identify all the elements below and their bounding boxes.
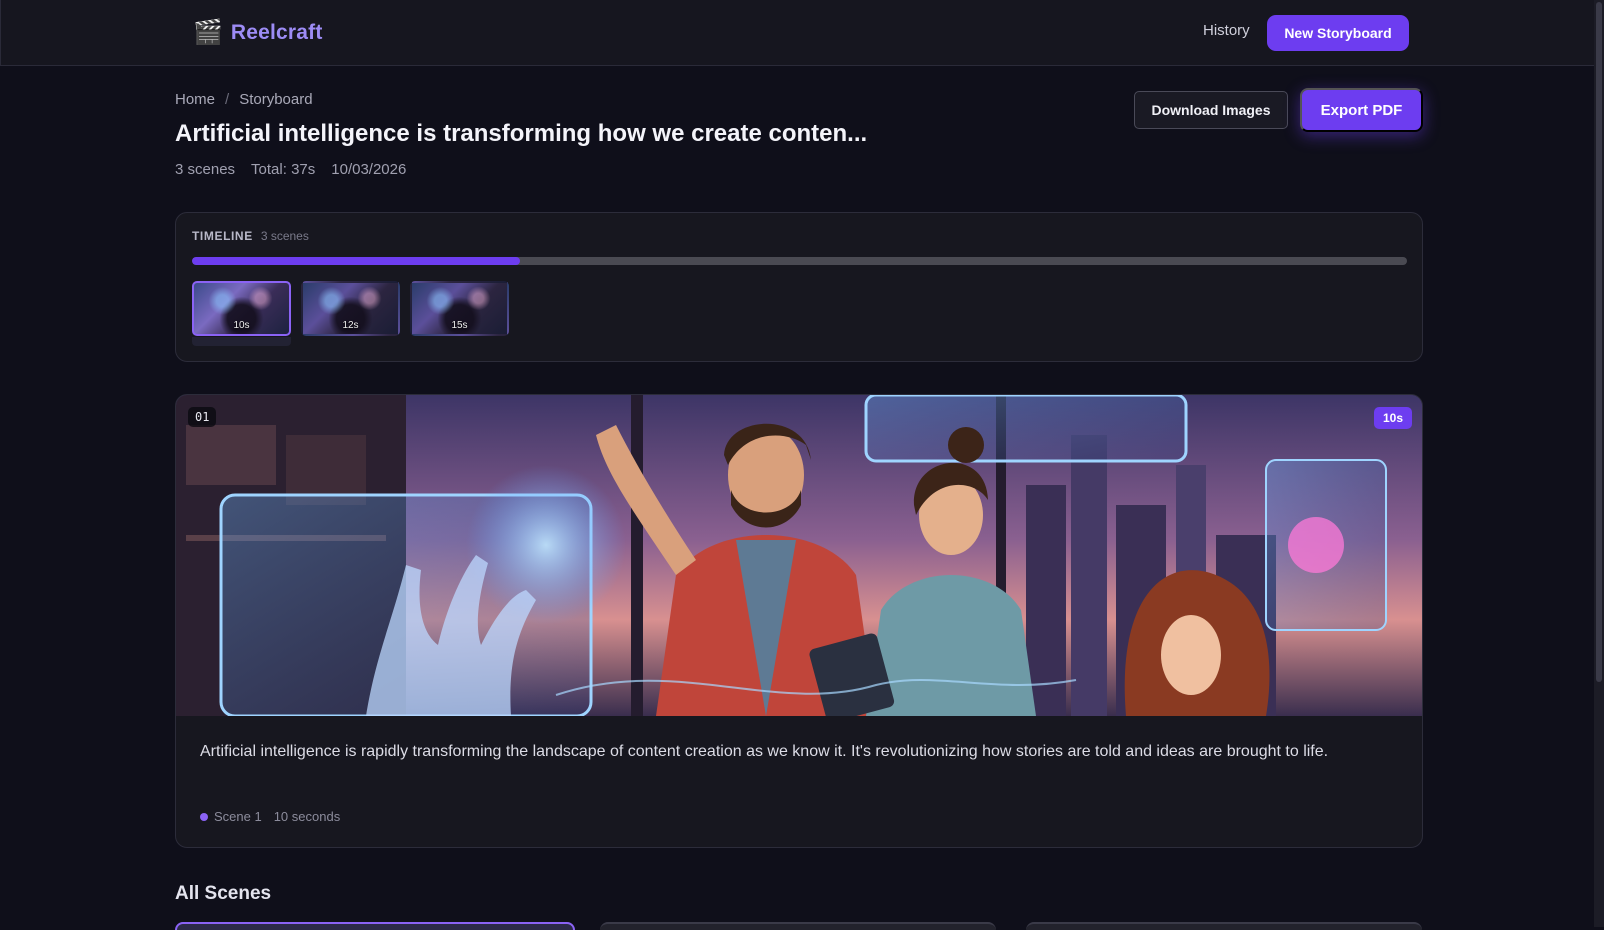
timeline-label: TIMELINE <box>192 229 253 243</box>
scene-label: Scene 1 <box>214 809 262 824</box>
timeline-thumbnails: 10s 12s 15s <box>192 281 509 346</box>
breadcrumb-current: Storyboard <box>239 91 313 108</box>
brand-name: Reelcraft <box>230 21 323 44</box>
scene-count: 3 scenes <box>175 161 236 178</box>
scene-dot-icon <box>200 812 208 821</box>
timeline-count: 3 scenes <box>260 229 309 243</box>
timeline-progress-fill <box>192 257 521 265</box>
breadcrumb: Home / Storyboard <box>175 91 313 108</box>
scene-illustration <box>176 395 1422 716</box>
thumb-duration: 12s <box>342 320 359 331</box>
scene-number-badge: 01 <box>188 407 217 427</box>
brand[interactable]: 🎬 Reelcraft <box>193 19 323 47</box>
thumb-duration: 10s <box>233 320 250 331</box>
timeline-thumb-wrapper: 15s <box>410 281 509 346</box>
total-duration: Total: 37s <box>251 161 316 178</box>
timeline-progress-track[interactable] <box>192 257 1407 265</box>
scrollbar-thumb[interactable] <box>1596 2 1602 682</box>
active-thumb-indicator <box>192 337 291 346</box>
timeline-thumb-2[interactable]: 12s <box>301 281 400 336</box>
download-images-button[interactable]: Download Images <box>1134 91 1288 129</box>
timeline-thumb-wrapper: 12s <box>301 281 400 346</box>
timeline-header: TIMELINE 3 scenes <box>192 229 309 243</box>
timeline-panel: TIMELINE 3 scenes 10s 12s 15s <box>175 212 1423 362</box>
storyboard-meta: 3 scenes Total: 37s 10/03/2026 <box>175 161 406 178</box>
top-navbar: 🎬 Reelcraft History New Storyboard <box>0 0 1594 66</box>
new-storyboard-button[interactable]: New Storyboard <box>1267 15 1409 51</box>
scene-detail-card: 01 10s Artificial intelligence is rapidl… <box>175 394 1423 848</box>
breadcrumb-separator: / <box>225 91 230 108</box>
scene-grid-card-2[interactable] <box>600 922 996 930</box>
page-title: Artificial intelligence is transforming … <box>175 120 868 147</box>
scene-image: 01 10s <box>176 395 1422 716</box>
timeline-thumb-1[interactable]: 10s <box>192 281 291 336</box>
scene-grid-card-1[interactable] <box>175 922 575 930</box>
timeline-thumb-wrapper: 10s <box>192 281 291 346</box>
scene-duration-label: 10 seconds <box>273 809 341 824</box>
scene-narration-text: Artificial intelligence is rapidly trans… <box>200 743 1329 760</box>
breadcrumb-home[interactable]: Home <box>175 91 215 108</box>
nav-history-link[interactable]: History <box>1203 22 1250 39</box>
page-scrollbar[interactable] <box>1594 0 1604 927</box>
clapperboard-icon: 🎬 <box>193 19 223 46</box>
thumb-duration: 15s <box>451 320 468 331</box>
export-pdf-button[interactable]: Export PDF <box>1300 88 1423 132</box>
timeline-thumb-3[interactable]: 15s <box>410 281 509 336</box>
scene-duration-badge: 10s <box>1373 407 1412 429</box>
all-scenes-heading: All Scenes <box>175 883 272 904</box>
storyboard-date: 10/03/2026 <box>331 161 407 178</box>
scene-meta: Scene 1 10 seconds <box>200 809 340 824</box>
scene-grid-card-3[interactable] <box>1026 922 1422 930</box>
